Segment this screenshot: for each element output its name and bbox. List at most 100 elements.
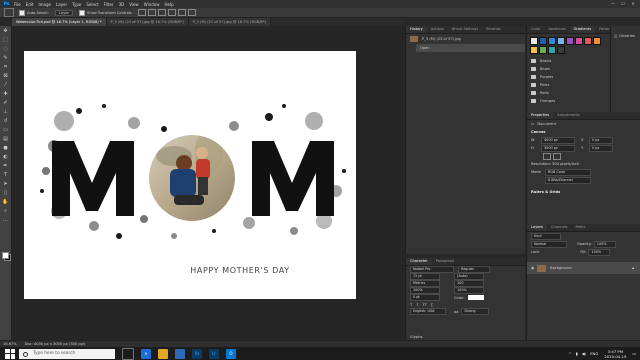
tab-character[interactable]: Character bbox=[406, 258, 432, 265]
align-center-icon[interactable] bbox=[147, 9, 156, 16]
notifications-icon[interactable]: ▭ bbox=[632, 351, 636, 356]
history-snapshot[interactable]: P_5 (M) (23 of 57).jpg bbox=[406, 34, 525, 44]
foreground-color-swatch[interactable] bbox=[2, 252, 9, 259]
more-tools-icon[interactable]: … bbox=[2, 216, 10, 224]
doc-tab[interactable]: P_5 (M) (23 of 57).jpg @ 16.7% (RGB/8*) bbox=[106, 18, 189, 26]
canvas-section[interactable]: Canvas bbox=[527, 128, 640, 136]
landscape-icon[interactable] bbox=[553, 152, 561, 160]
tab-channels[interactable]: Channels bbox=[547, 224, 572, 231]
doc-tab-active[interactable]: Watercolor-Tint.psd @ 16.7% (Layer 1, RG… bbox=[12, 18, 107, 26]
type-tool-icon[interactable]: T bbox=[2, 171, 10, 179]
photoshop-taskbar-icon[interactable]: Ps bbox=[192, 348, 202, 359]
move-tool-preset-icon[interactable] bbox=[4, 8, 14, 17]
pen-tool-icon[interactable]: ✒ bbox=[2, 162, 10, 170]
font-style-dropdown[interactable]: Regular bbox=[458, 266, 490, 273]
file-explorer-icon[interactable] bbox=[158, 348, 168, 359]
lasso-tool-icon[interactable]: ◌ bbox=[2, 45, 10, 53]
zoom-level[interactable]: 16.67% bbox=[3, 342, 17, 346]
path-select-icon[interactable]: ➤ bbox=[2, 180, 10, 188]
show-transform-checkbox[interactable] bbox=[79, 9, 86, 16]
hand-tool-icon[interactable]: ✋ bbox=[2, 198, 10, 206]
layer-row[interactable]: ◉ Background 🔒︎ bbox=[527, 262, 640, 274]
minimize-icon[interactable]: — bbox=[608, 0, 618, 8]
gradient-swatch[interactable] bbox=[557, 37, 565, 45]
doc-tab[interactable]: P_5 (M) (21 of 57).jpg @ 16.7% (RGB/8*) bbox=[188, 18, 271, 26]
blur-tool-icon[interactable]: ● bbox=[2, 144, 10, 152]
crop-tool-icon[interactable]: ⌗ bbox=[2, 63, 10, 71]
tracking-field[interactable]: 100 bbox=[454, 280, 484, 287]
marquee-tool-icon[interactable]: ⬚ bbox=[2, 36, 10, 44]
eyedropper-tool-icon[interactable]: ⁄ bbox=[2, 81, 10, 89]
lightroom-taskbar-icon[interactable]: Lr bbox=[209, 348, 219, 359]
align-top-icon[interactable] bbox=[167, 9, 176, 16]
libraries-button[interactable]: ◫ Libraries bbox=[611, 32, 640, 40]
tab-paths[interactable]: Paths bbox=[572, 224, 590, 231]
store-icon[interactable] bbox=[175, 348, 185, 359]
chevron-up-icon[interactable]: ^ bbox=[568, 351, 571, 356]
opacity-field[interactable]: 100% bbox=[593, 240, 616, 248]
gradient-swatch[interactable] bbox=[539, 37, 547, 45]
text-color-swatch[interactable] bbox=[467, 295, 484, 300]
fill-field[interactable]: 100% bbox=[588, 248, 611, 256]
rulers-grids-section[interactable]: Rulers & Grids bbox=[527, 188, 640, 196]
folder-oranges[interactable]: Oranges bbox=[527, 97, 610, 105]
menu-image[interactable]: Image bbox=[38, 2, 51, 7]
clone-stamp-icon[interactable]: ⊥ bbox=[2, 108, 10, 116]
tab-adjustments[interactable]: Adjustments bbox=[553, 112, 584, 119]
folder-basics[interactable]: Basics bbox=[527, 57, 610, 65]
align-left-icon[interactable] bbox=[137, 9, 146, 16]
dodge-tool-icon[interactable]: ◐ bbox=[2, 153, 10, 161]
menu-help[interactable]: Help bbox=[164, 2, 173, 7]
menu-file[interactable]: File bbox=[14, 2, 21, 7]
menu-view[interactable]: View bbox=[129, 2, 139, 7]
width-field[interactable]: 4000 px bbox=[541, 136, 575, 144]
anti-alias-dropdown[interactable]: Strong bbox=[461, 308, 490, 315]
auto-select-dropdown[interactable]: Layer bbox=[55, 9, 74, 16]
frame-tool-icon[interactable]: ⊠ bbox=[2, 72, 10, 80]
gradient-swatch[interactable] bbox=[530, 46, 538, 54]
volume-icon[interactable]: ◀) bbox=[582, 351, 586, 356]
gradient-tool-icon[interactable]: ▤ bbox=[2, 135, 10, 143]
eraser-tool-icon[interactable]: ▭ bbox=[2, 126, 10, 134]
folder-purples[interactable]: Purples bbox=[527, 73, 610, 81]
folder-pinks[interactable]: Pinks bbox=[527, 81, 610, 89]
menu-3d[interactable]: 3D bbox=[119, 2, 125, 7]
tab-gradients[interactable]: Gradients bbox=[569, 26, 596, 33]
tab-history[interactable]: History bbox=[406, 26, 427, 33]
tab-glyphs[interactable]: Glyphs bbox=[406, 335, 422, 339]
network-icon[interactable]: ▮ bbox=[576, 351, 578, 356]
font-family-dropdown[interactable]: Noteel Pro bbox=[410, 266, 454, 273]
tab-color[interactable]: Color bbox=[527, 26, 544, 33]
kerning-field[interactable]: Metrics bbox=[410, 280, 440, 287]
y-field[interactable]: 0 px bbox=[589, 144, 613, 152]
healing-brush-icon[interactable]: ✚ bbox=[2, 90, 10, 98]
menu-edit[interactable]: Edit bbox=[26, 2, 34, 7]
move-tool-icon[interactable]: ✥ bbox=[2, 27, 10, 35]
menu-window[interactable]: Window bbox=[144, 2, 160, 7]
folder-reds[interactable]: Reds bbox=[527, 89, 610, 97]
horizontal-scale-field[interactable]: 100% bbox=[454, 287, 484, 294]
menu-layer[interactable]: Layer bbox=[56, 2, 67, 7]
edge-icon[interactable]: e bbox=[141, 348, 151, 359]
menu-select[interactable]: Select bbox=[86, 2, 98, 7]
tab-brush-settings[interactable]: Brush Settings bbox=[448, 26, 482, 33]
mode-dropdown[interactable]: RGB Color bbox=[545, 168, 591, 176]
outlook-icon[interactable]: O bbox=[226, 348, 236, 359]
brush-tool-icon[interactable]: ✐ bbox=[2, 99, 10, 107]
tab-paragraph[interactable]: Paragraph bbox=[432, 258, 458, 265]
history-state[interactable]: Open bbox=[416, 44, 525, 52]
eye-icon[interactable]: ◉ bbox=[531, 266, 534, 270]
gradient-swatch[interactable] bbox=[530, 37, 538, 45]
all-caps-icon[interactable]: TT bbox=[422, 303, 426, 307]
kind-filter[interactable]: Kind bbox=[531, 232, 561, 240]
align-middle-icon[interactable] bbox=[177, 9, 186, 16]
tab-swatches[interactable]: Swatches bbox=[544, 26, 569, 33]
menu-type[interactable]: Type bbox=[72, 2, 81, 7]
align-bottom-icon[interactable] bbox=[187, 9, 196, 16]
photoshop-logo[interactable]: Ps bbox=[3, 1, 10, 7]
baseline-field[interactable]: 0 pt bbox=[410, 294, 440, 301]
menu-filter[interactable]: Filter bbox=[104, 2, 114, 7]
clock[interactable]: 3:47 PM 2020-04-19 bbox=[604, 349, 626, 359]
bit-depth-dropdown[interactable]: 8 Bits/Channel bbox=[545, 176, 591, 184]
x-field[interactable]: 0 px bbox=[589, 136, 613, 144]
